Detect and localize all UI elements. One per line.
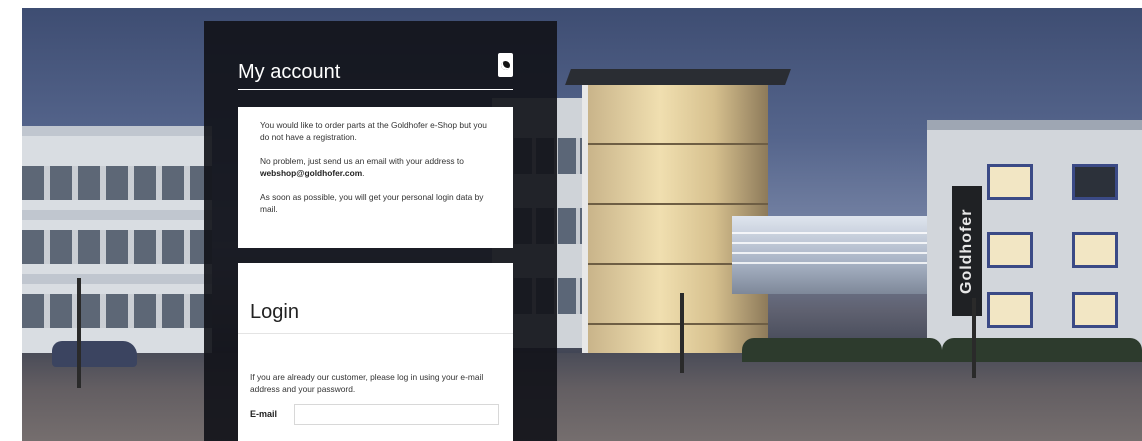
background-photo: Goldhofer [22,8,1142,441]
skybridge [732,216,947,294]
info-paragraph-3: As soon as possible, you will get your p… [260,192,484,214]
email-label: E-mail [250,409,278,419]
webshop-email-link[interactable]: webshop@goldhofer.com [260,168,362,178]
panel-title: My account [238,61,341,83]
brand-sign: Goldhofer [952,186,982,316]
info-icon[interactable] [498,53,513,77]
trees [742,338,942,362]
info-paragraph-2-end: . [362,168,365,178]
office-building-left [22,126,212,356]
traffic-light-pole [77,278,81,388]
login-instructions: If you are already our customer, please … [250,372,484,394]
email-input[interactable] [294,404,499,425]
account-panel: My account You would like to order parts… [204,21,557,441]
login-title: Login [250,301,299,323]
login-divider [238,333,513,334]
registration-info-box: You would like to order parts at the Gol… [238,107,513,248]
parked-car [52,341,137,367]
info-paragraph-1: You would like to order parts at the Gol… [260,120,487,142]
info-paragraph-2: No problem, just send us an email with y… [260,155,491,179]
title-underline [238,89,513,90]
traffic-light-pole [972,298,976,378]
login-box: Login If you are already our customer, p… [238,263,513,441]
info-paragraph-2-text: No problem, just send us an email with y… [260,156,464,166]
traffic-light-pole [680,293,684,373]
